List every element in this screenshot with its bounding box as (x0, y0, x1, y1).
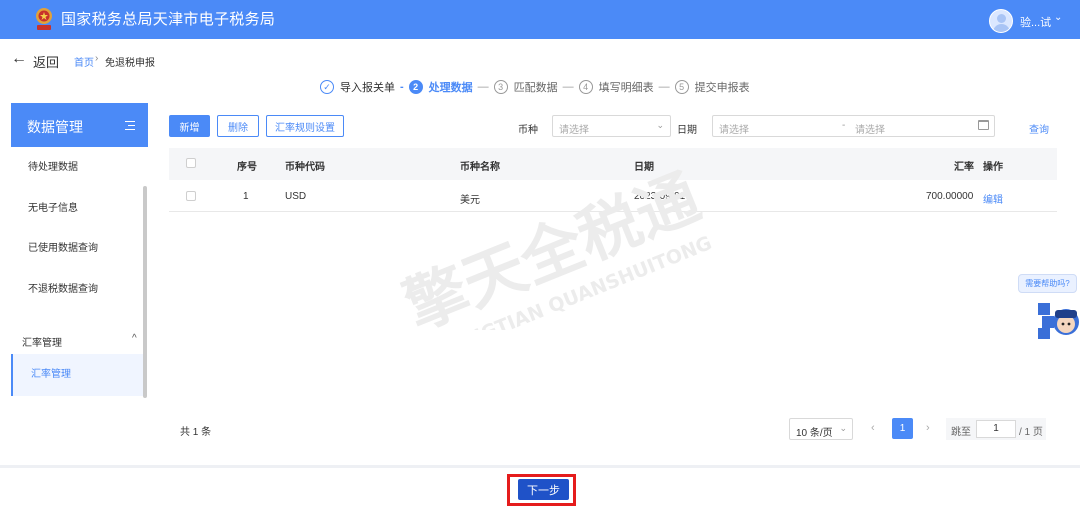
prev-page-icon[interactable]: ‹ (871, 422, 875, 434)
watermark-subtext: QINGTIAN QUANSHUITONG (442, 232, 715, 330)
sidebar-item-label: 汇率管理 (31, 369, 71, 380)
help-assistant-icon[interactable] (1036, 297, 1080, 341)
step-3-label: 匹配数据 (513, 82, 558, 94)
step-5-label: 提交申报表 (694, 82, 750, 94)
cell-name: 美元 (460, 195, 480, 206)
currency-select[interactable]: 请选择 ⌄ (552, 115, 671, 137)
jump-total: / 1 页 (1019, 427, 1043, 438)
sidebar-item-non-refund-query[interactable]: 不退税数据查询 (28, 280, 98, 295)
back-button[interactable]: 返回 (33, 52, 59, 71)
breadcrumb-current: 免退税申报 (105, 58, 155, 69)
chevron-down-icon: ⌄ (839, 423, 847, 433)
page-jumper: 跳至 1 / 1 页 (946, 418, 1046, 440)
step-5-number: 5 (674, 80, 689, 94)
menu-collapse-icon[interactable] (125, 120, 135, 130)
total-count: 共 1 条 (180, 427, 212, 438)
date-range-separator: - (842, 120, 846, 131)
column-header-action: 操作 (983, 162, 1003, 173)
select-all-checkbox[interactable] (186, 158, 196, 168)
step-2-label: 处理数据 (428, 82, 473, 94)
top-bar: 国家税务总局天津市电子税务局 验...试 ⌄ (0, 0, 1080, 39)
sidebar-item-no-e-info[interactable]: 无电子信息 (28, 199, 78, 214)
column-header-date: 日期 (634, 162, 654, 173)
step-3-number: 3 (493, 80, 508, 94)
step-1-label: 导入报关单 (340, 82, 395, 94)
watermark-logo: 擎天全税通 QINGTIAN QUANSHUITONG (395, 160, 715, 330)
cell-date: 2023-09-01 (634, 191, 686, 202)
user-name[interactable]: 验...试 (1020, 14, 1051, 30)
cell-seq: 1 (243, 191, 249, 202)
next-step-button[interactable]: 下一步 (518, 479, 569, 500)
progress-steps: ✓ 导入报关单 - 2 处理数据 — 3 匹配数据 — 4 填写明细表 — 5 … (320, 79, 750, 95)
query-button[interactable]: 查询 (1029, 121, 1049, 136)
jump-input[interactable]: 1 (976, 420, 1016, 438)
user-menu-chevron-icon[interactable]: ⌄ (1054, 12, 1062, 23)
step-4-number: 4 (578, 80, 593, 94)
chevron-up-icon[interactable]: ^ (132, 333, 137, 344)
sidebar-scrollbar[interactable] (143, 186, 147, 398)
sidebar-item-pending[interactable]: 待处理数据 (28, 158, 78, 173)
sidebar-title: 数据管理 (27, 119, 83, 135)
back-arrow-icon[interactable]: ← (11, 50, 27, 68)
chevron-down-icon: ⌄ (656, 120, 664, 130)
currency-select-placeholder: 请选择 (559, 125, 589, 136)
date-filter-label: 日期 (677, 125, 697, 136)
page-number-current[interactable]: 1 (892, 418, 913, 439)
add-button[interactable]: 新增 (169, 115, 210, 137)
breadcrumb-home-link[interactable]: 首页 (74, 54, 94, 69)
page-size-select[interactable]: 10 条/页 ⌄ (789, 418, 853, 440)
site-title: 国家税务总局天津市电子税务局 (61, 11, 276, 28)
rate-rule-settings-button[interactable]: 汇率规则设置 (266, 115, 344, 137)
cell-rate: 700.00000 (926, 191, 974, 202)
step-separator: — (477, 81, 489, 93)
step-separator: — (658, 81, 670, 93)
delete-button[interactable]: 删除 (217, 115, 259, 137)
step-4-label: 填写明细表 (598, 82, 654, 94)
calendar-icon[interactable] (978, 120, 989, 130)
page-size-value: 10 条/页 (796, 428, 833, 439)
column-header-rate: 汇率 (954, 162, 974, 173)
footer-divider (0, 465, 1080, 468)
help-bubble[interactable]: 需要帮助吗? (1018, 274, 1077, 293)
step-separator: - (400, 81, 404, 93)
step-1-check-icon: ✓ (320, 80, 334, 94)
sidebar-item-exchange-rate[interactable]: 汇率管理 (11, 354, 144, 396)
date-end-placeholder: 请选择 (855, 125, 885, 136)
cell-code: USD (285, 191, 307, 202)
column-header-code: 币种代码 (285, 162, 325, 173)
column-header-name: 币种名称 (460, 162, 500, 173)
edit-link[interactable]: 编辑 (983, 191, 1003, 206)
row-divider (169, 211, 1057, 212)
sidebar-item-used-query[interactable]: 已使用数据查询 (28, 239, 98, 254)
watermark-text: 擎天全税通 (395, 160, 710, 330)
jump-label: 跳至 (951, 427, 971, 438)
date-start-placeholder: 请选择 (719, 125, 749, 136)
sidebar-header: 数据管理 (11, 103, 148, 147)
currency-filter-label: 币种 (518, 125, 538, 136)
date-range-picker[interactable]: 请选择 请选择 (712, 115, 995, 137)
user-avatar[interactable] (989, 9, 1013, 33)
breadcrumb-separator-icon: › (95, 53, 99, 64)
sidebar-group-exchange-rate[interactable]: 汇率管理 (22, 334, 62, 349)
row-checkbox[interactable] (186, 191, 196, 201)
step-separator: — (562, 81, 574, 93)
tax-emblem-icon (36, 8, 52, 30)
column-header-seq: 序号 (237, 162, 257, 173)
step-2-number: 2 (408, 80, 423, 94)
next-page-icon[interactable]: › (926, 422, 930, 434)
